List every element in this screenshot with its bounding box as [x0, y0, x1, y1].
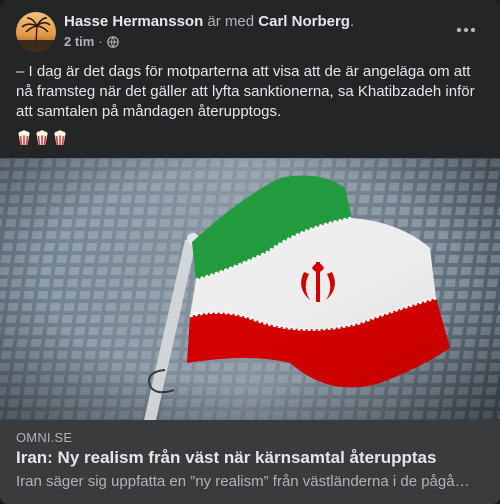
meta-dot: · [98, 34, 103, 49]
link-source: OMNI.SE [16, 430, 73, 445]
post-time[interactable]: 2 tim [64, 34, 94, 49]
popcorn-icon [52, 130, 68, 146]
popcorn-icon [16, 130, 32, 146]
post-text: – I dag är det dags för motparterna att … [16, 63, 475, 120]
globe-icon[interactable] [106, 35, 119, 48]
tagged-suffix: . [349, 13, 355, 30]
link-description: Iran säger sig uppfatta en ”ny realism” … [16, 473, 470, 490]
with-text: är med [207, 13, 255, 30]
popcorn-icon [34, 130, 50, 146]
post-card: Hasse Hermansson är med Carl Norberg. 2 … [0, 0, 500, 504]
author-avatar[interactable] [16, 12, 56, 52]
tagged-name[interactable]: Carl Norberg [258, 13, 350, 30]
author-name[interactable]: Hasse Hermansson [64, 13, 203, 30]
link-preview[interactable]: OMNI.SE Iran: Ny realism från väst när k… [0, 420, 500, 504]
link-preview-image[interactable] [0, 158, 500, 420]
emoji-row [16, 130, 68, 146]
more-options-icon[interactable] [448, 12, 484, 48]
post-meta: 2 tim · [64, 34, 119, 49]
post-header: Hasse Hermansson är med Carl Norberg. 2 … [16, 12, 484, 52]
author-line: Hasse Hermansson är med Carl Norberg. [64, 13, 354, 30]
link-headline[interactable]: Iran: Ny realism från väst när kärnsamta… [16, 448, 436, 468]
